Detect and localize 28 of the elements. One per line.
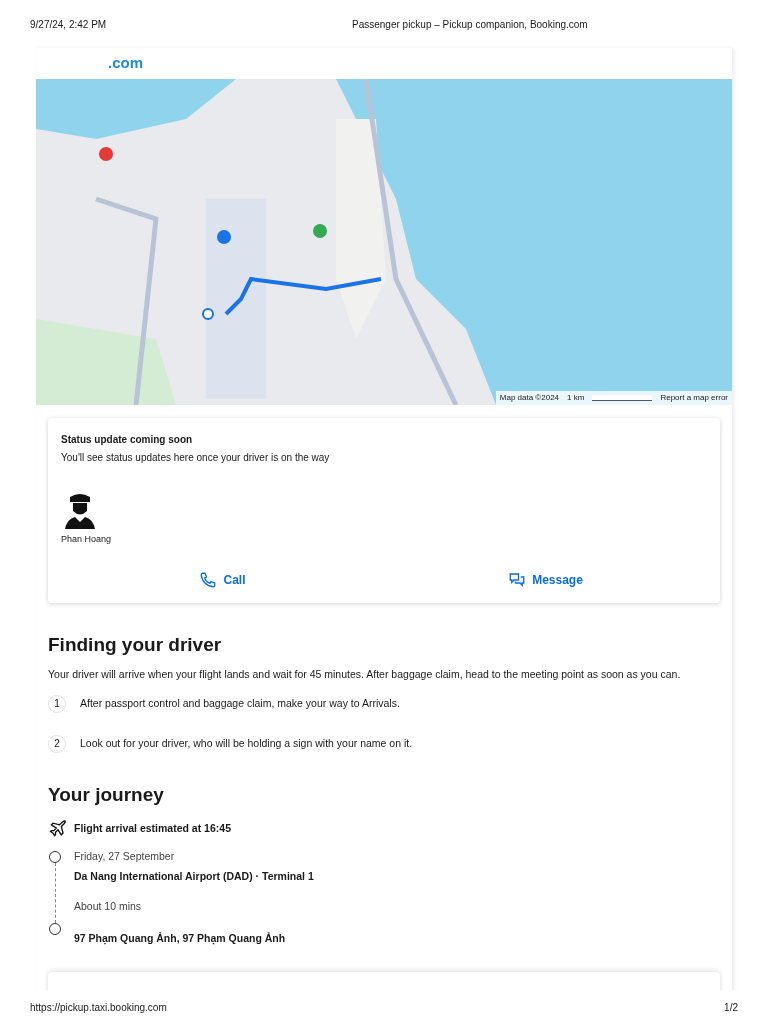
page-title: Passenger pickup – Pickup companion, Booking.com [352,17,588,32]
message-button[interactable]: Message [500,566,591,593]
section-heading: Your journey [48,782,165,807]
dropoff-location: 97 Phạm Quang Ảnh, 97 Phạm Quang Ảnh [74,930,287,947]
finding-intro: Your driver will arrive when your flight lands and wait for 45 minutes. After baggage claim, head to the meeting point as soon as you can. [48,667,682,682]
chat-bubbles-icon [508,570,527,589]
driver-name: Phan Hoang [61,533,112,546]
step-text: After passport control and baggage claim, make your way to Arrivals. [80,695,400,711]
logo-text: .com [108,53,143,74]
scale-bar [592,395,653,401]
pickup-date: Friday, 27 September [74,849,176,865]
trip-duration: About 10 mins [74,898,143,914]
status-text: You'll see status updates here once your driver is on the way [61,451,331,465]
step-text: Look out for your driver, who will be holding a sign with your name on it. [80,735,413,751]
page-number: 1/2 [724,1000,738,1015]
airplane-icon [48,819,68,840]
map-scale: 1 km [567,392,585,404]
print-date: 9/27/24, 2:42 PM [30,17,108,32]
call-button[interactable]: Call [191,566,254,593]
page-url: https://pickup.taxi.booking.com [30,1000,167,1015]
section-heading: Finding your driver [48,632,223,657]
driver-avatar-icon [63,491,97,531]
report-map-error-link[interactable]: Report a map error [660,392,728,404]
flight-arrival: Flight arrival estimated at 16:45 [74,821,231,837]
phone-icon [199,570,218,589]
pickup-location: Da Nang International Airport (DAD) · Terminal 1 [74,869,314,884]
status-title: Status update coming soon [61,433,194,447]
map-attribution: Map data ©2024 [499,392,560,404]
